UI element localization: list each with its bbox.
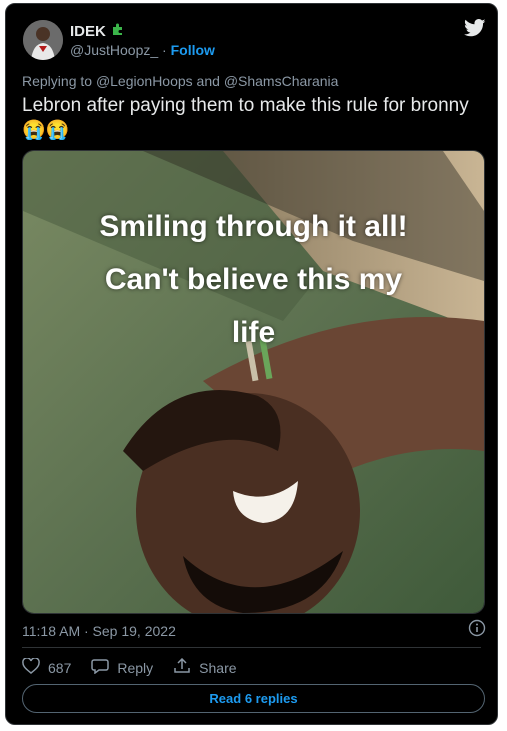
author-name-row: IDEK xyxy=(70,22,125,41)
author-name[interactable]: IDEK xyxy=(70,23,106,40)
divider xyxy=(22,647,481,648)
follow-button[interactable]: Follow xyxy=(171,42,215,58)
reply-button[interactable]: Reply xyxy=(91,658,153,677)
replying-to-line: Replying to @LegionHoops and @ShamsChara… xyxy=(22,73,338,89)
mention-link-2[interactable]: @ShamsCharania xyxy=(224,73,339,89)
share-button[interactable]: Share xyxy=(173,657,237,677)
puzzle-piece-icon xyxy=(111,22,125,41)
info-icon[interactable] xyxy=(468,619,486,642)
like-button[interactable]: 687 xyxy=(22,657,72,677)
replying-prefix: Replying to xyxy=(22,73,96,89)
handle-separator: · xyxy=(158,42,171,58)
share-upload-icon xyxy=(173,657,191,677)
author-handle-row: @JustHoopz_ · Follow xyxy=(70,42,215,58)
avatar[interactable] xyxy=(23,20,63,60)
read-replies-button[interactable]: Read 6 replies xyxy=(22,684,485,713)
tweet-media-image[interactable]: Smiling through it all! Can't believe th… xyxy=(22,150,485,614)
twitter-bird-icon[interactable] xyxy=(464,19,486,42)
like-count: 687 xyxy=(48,659,72,676)
mention-link-1[interactable]: @LegionHoops xyxy=(96,73,193,89)
tweet-text: Lebron after paying them to make this ru… xyxy=(22,95,469,141)
heart-icon xyxy=(22,657,40,677)
media-caption-line-2: Can't believe this my xyxy=(104,263,403,296)
tweet-embed-card: IDEK @JustHoopz_ · Follow Replying to @L… xyxy=(5,3,498,725)
author-handle[interactable]: @JustHoopz_ xyxy=(70,42,158,58)
reply-label: Reply xyxy=(117,659,154,676)
replying-and: and xyxy=(192,73,224,89)
media-caption-line-1: Smiling through it all! xyxy=(99,210,408,243)
speech-bubble-icon xyxy=(91,658,110,677)
tweet-timestamp[interactable]: 11:18 AM · Sep 19, 2022 xyxy=(22,623,176,639)
share-label: Share xyxy=(199,659,237,676)
media-caption-line-3: life xyxy=(231,316,276,349)
action-bar: 687 Reply Share xyxy=(22,657,257,677)
